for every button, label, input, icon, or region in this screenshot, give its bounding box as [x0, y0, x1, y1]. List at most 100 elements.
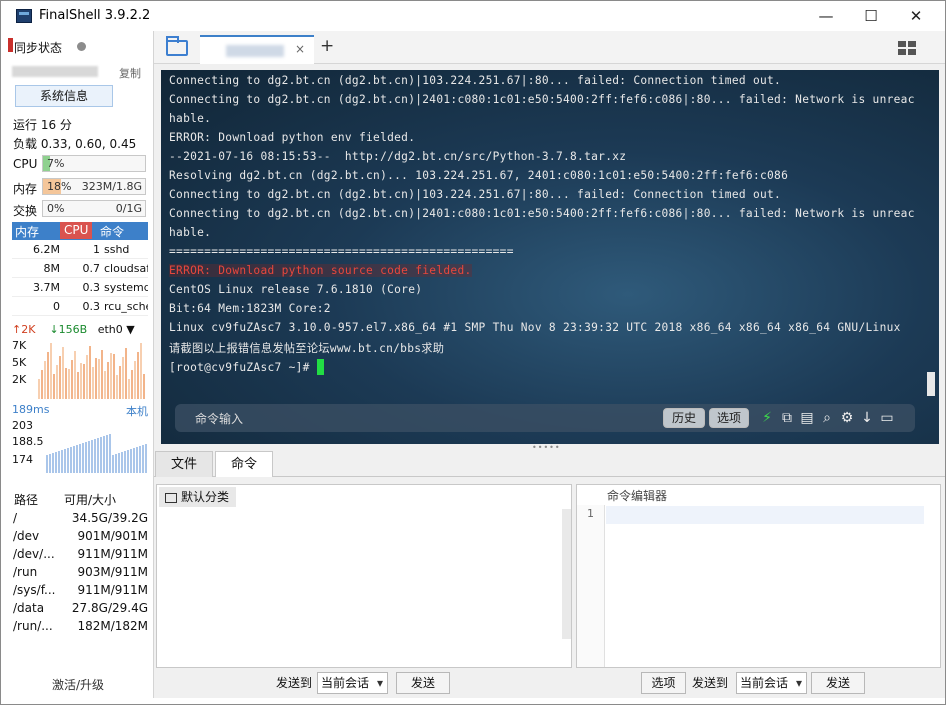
copy-ip-link[interactable]: 复制	[119, 65, 141, 81]
main-area: × + [root@cv9fuZAsc7 ~]# 请截图以上报错信息发帖至论坛w…	[154, 31, 945, 698]
process-table-header: 内存 CPU 命令	[12, 222, 148, 240]
layout-grid-icon[interactable]	[898, 41, 916, 55]
command-input-placeholder[interactable]: 命令输入	[195, 410, 243, 427]
disk-row[interactable]: / 34.5G/39.2G	[12, 511, 150, 529]
folder-icon	[165, 493, 177, 503]
net-traffic-bar	[38, 379, 40, 399]
session-target-select[interactable]: 当前会话	[317, 672, 388, 694]
swap-usage-value: 0%	[47, 202, 65, 215]
send-to-label: 发送到	[276, 676, 313, 690]
disk-row[interactable]: /dev/... 911M/911M	[12, 547, 150, 565]
close-tab-icon[interactable]: ×	[295, 42, 305, 56]
send-button[interactable]: 发送	[396, 672, 450, 694]
command-editor[interactable]: 命令编辑器 1	[576, 484, 941, 668]
upload-rate: ↑2K	[12, 323, 36, 336]
close-button[interactable]: ✕	[901, 5, 931, 27]
latency-bar	[100, 437, 102, 473]
latency-bar	[103, 436, 105, 473]
net-traffic-bar	[125, 348, 127, 399]
process-cmd: sshd	[104, 243, 130, 256]
folder-open-icon[interactable]	[166, 36, 188, 56]
process-mem: 8M	[43, 262, 61, 275]
interface-select[interactable]: eth0 ▼	[98, 323, 135, 336]
cpu-usage-bar: 7%	[42, 155, 146, 172]
latency-bar	[82, 443, 84, 473]
minimize-button[interactable]: —	[811, 5, 841, 27]
net-traffic-bar	[80, 363, 82, 399]
net-y-tick: 2K	[12, 373, 27, 386]
process-header-mem[interactable]: 内存	[15, 223, 39, 240]
current-line-highlight[interactable]	[606, 506, 924, 524]
maximize-button[interactable]: ☐	[856, 5, 886, 27]
disk-row[interactable]: /sys/f... 911M/911M	[12, 583, 150, 601]
session-tab[interactable]: ×	[200, 35, 314, 64]
disk-header-avail[interactable]: 可用/大小	[64, 491, 116, 508]
command-category-list[interactable]: 默认分类	[156, 484, 572, 668]
disk-header-path[interactable]: 路径	[14, 491, 38, 508]
terminal-line: Connecting to dg2.bt.cn (dg2.bt.cn)|2401…	[169, 207, 915, 220]
disk-value: 182M/182M	[77, 619, 148, 633]
disk-row[interactable]: /data 27.8G/29.4G	[12, 601, 150, 619]
net-traffic-bar	[131, 370, 133, 399]
tab-files[interactable]: 文件	[155, 451, 213, 477]
terminal-line: Resolving dg2.bt.cn (dg2.bt.cn)... 103.2…	[169, 169, 789, 182]
monitor-sidebar: 同步状态 复制 系统信息 运行 16 分 负载 0.33, 0.60, 0.45…	[8, 31, 154, 698]
status-mark	[8, 38, 13, 52]
horizontal-splitter[interactable]: •••••	[532, 443, 562, 452]
net-traffic-bar	[47, 352, 49, 399]
history-button[interactable]: 历史	[663, 408, 705, 428]
gear-icon[interactable]: ⚙	[839, 410, 855, 426]
net-traffic-bar	[137, 352, 139, 399]
default-category-item[interactable]: 默认分类	[159, 487, 236, 507]
send-button-2[interactable]: 发送	[811, 672, 865, 694]
editor-options-button[interactable]: 选项	[641, 672, 686, 694]
tab-commands[interactable]: 命令	[215, 451, 273, 477]
process-header-cmd[interactable]: 命令	[100, 223, 124, 240]
disk-path: /data	[13, 601, 45, 615]
server-ip-blurred	[12, 66, 98, 77]
options-button[interactable]: 选项	[709, 408, 749, 428]
latency-bar	[127, 450, 129, 473]
disk-row[interactable]: /dev 901M/901M	[12, 529, 150, 547]
terminal-line: Linux cv9fuZAsc7 3.10.0-957.el7.x86_64 #…	[169, 321, 901, 334]
net-traffic-bar	[44, 361, 46, 399]
session-target-select-2[interactable]: 当前会话	[736, 672, 807, 694]
network-traffic-chart	[38, 341, 148, 399]
maximize-terminal-icon[interactable]: ▭	[879, 410, 895, 426]
disk-row[interactable]: /run/... 182M/182M	[12, 619, 150, 637]
lightning-icon[interactable]: ⚡	[759, 410, 775, 426]
system-info-button[interactable]: 系统信息	[15, 85, 113, 107]
line-number: 1	[587, 507, 594, 520]
disk-path: /dev/...	[13, 547, 55, 561]
terminal-line: hable.	[169, 112, 212, 125]
latency-bar	[130, 449, 132, 473]
terminal-scrollbar[interactable]	[927, 372, 935, 396]
sync-status-dot-icon	[77, 42, 86, 51]
process-row[interactable]: 3.7M 0.3 systemd	[12, 279, 148, 297]
process-header-cpu[interactable]: CPU	[60, 222, 93, 239]
net-y-tick: 5K	[12, 356, 27, 369]
process-row[interactable]: 6.2M 1 sshd	[12, 241, 148, 259]
latency-y-tick: 203	[12, 419, 33, 432]
command-input-bar[interactable]: 命令输入 历史 选项 ⚡ ⧉ ▤ ⌕ ⚙ ↓ ▭	[175, 404, 915, 432]
process-row[interactable]: 0 0.3 rcu_sche	[12, 298, 148, 316]
category-scrollbar[interactable]	[562, 509, 571, 639]
arrow-down-icon[interactable]: ↓	[859, 410, 875, 426]
latency-bar	[79, 444, 81, 473]
process-cpu: 1	[93, 243, 100, 256]
terminal[interactable]: [root@cv9fuZAsc7 ~]# 请截图以上报错信息发帖至论坛www.b…	[161, 70, 939, 444]
activate-upgrade-link[interactable]: 激活/升级	[52, 676, 104, 693]
new-tab-button[interactable]: +	[320, 36, 334, 56]
disk-path: /sys/f...	[13, 583, 56, 597]
process-cmd: rcu_sche	[104, 300, 148, 313]
paste-icon[interactable]: ▤	[799, 410, 815, 426]
disk-row[interactable]: /run 903M/911M	[12, 565, 150, 583]
process-row[interactable]: 8M 0.7 cloudsaf	[12, 260, 148, 278]
latency-bar	[88, 441, 90, 473]
copy-icon[interactable]: ⧉	[779, 410, 795, 426]
latency-bar	[91, 440, 93, 473]
latency-bar	[73, 446, 75, 473]
search-icon[interactable]: ⌕	[819, 410, 835, 426]
process-cmd: cloudsaf	[104, 262, 148, 275]
process-table: 内存 CPU 命令 6.2M 1 sshd 8M 0.7 cloudsaf 3.…	[12, 222, 148, 317]
